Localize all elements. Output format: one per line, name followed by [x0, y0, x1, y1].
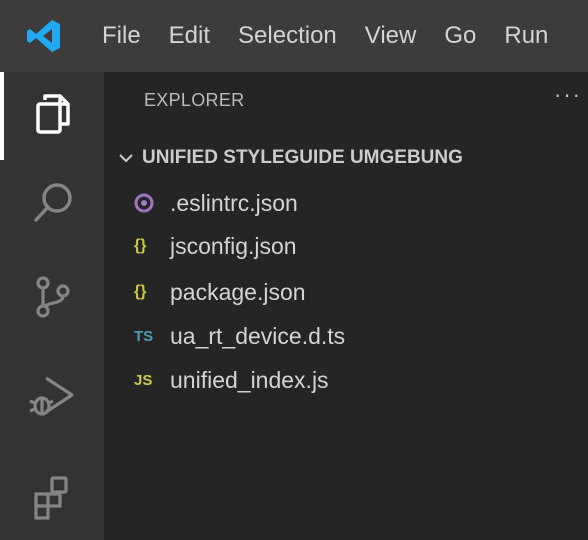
- activity-bar: [0, 72, 104, 540]
- vscode-logo-icon: [20, 12, 68, 60]
- file-item-jsconfig[interactable]: {} jsconfig.json: [134, 227, 297, 265]
- menu-selection[interactable]: Selection: [224, 0, 351, 72]
- menu-view[interactable]: View: [351, 0, 431, 72]
- menu-file[interactable]: File: [88, 0, 155, 72]
- menu-edit[interactable]: Edit: [155, 0, 224, 72]
- folder-label: UNIFIED STYLEGUIDE UMGEBUNG: [142, 147, 463, 168]
- javascript-icon: JS: [134, 371, 153, 389]
- json-braces-icon: {}: [134, 283, 147, 300]
- title-menubar: File Edit Selection View Go Run: [0, 0, 588, 72]
- file-item-ua-rt-device[interactable]: TS ua_rt_device.d.ts: [134, 317, 345, 355]
- file-item-eslintrc[interactable]: .eslintrc.json: [134, 184, 298, 222]
- explorer-title: EXPLORER: [144, 90, 245, 110]
- active-indicator: [0, 72, 4, 160]
- source-control-icon[interactable]: [28, 272, 78, 322]
- more-actions-button[interactable]: ···: [554, 82, 582, 108]
- typescript-icon: TS: [134, 327, 154, 345]
- json-braces-icon: {}: [134, 237, 147, 254]
- file-name: package.json: [170, 278, 306, 305]
- search-icon[interactable]: [28, 178, 78, 228]
- file-name: ua_rt_device.d.ts: [170, 322, 346, 349]
- run-debug-icon[interactable]: [28, 370, 78, 420]
- chevron-down-icon: [114, 146, 138, 170]
- folder-header[interactable]: UNIFIED STYLEGUIDE UMGEBUNG: [114, 142, 463, 174]
- explorer-sidebar: EXPLORER ··· UNIFIED STYLEGUIDE UMGEBUNG…: [104, 72, 588, 540]
- file-name: jsconfig.json: [170, 232, 297, 259]
- file-name: .eslintrc.json: [170, 189, 298, 216]
- file-item-package[interactable]: {} package.json: [134, 273, 306, 311]
- menu-run[interactable]: Run: [490, 0, 562, 72]
- file-name: unified_index.js: [170, 366, 329, 393]
- file-item-unified-index[interactable]: JS unified_index.js: [134, 361, 329, 399]
- eslint-icon: [134, 193, 164, 213]
- files-icon[interactable]: [28, 88, 78, 138]
- menu-go[interactable]: Go: [430, 0, 490, 72]
- extensions-icon[interactable]: [28, 472, 78, 522]
